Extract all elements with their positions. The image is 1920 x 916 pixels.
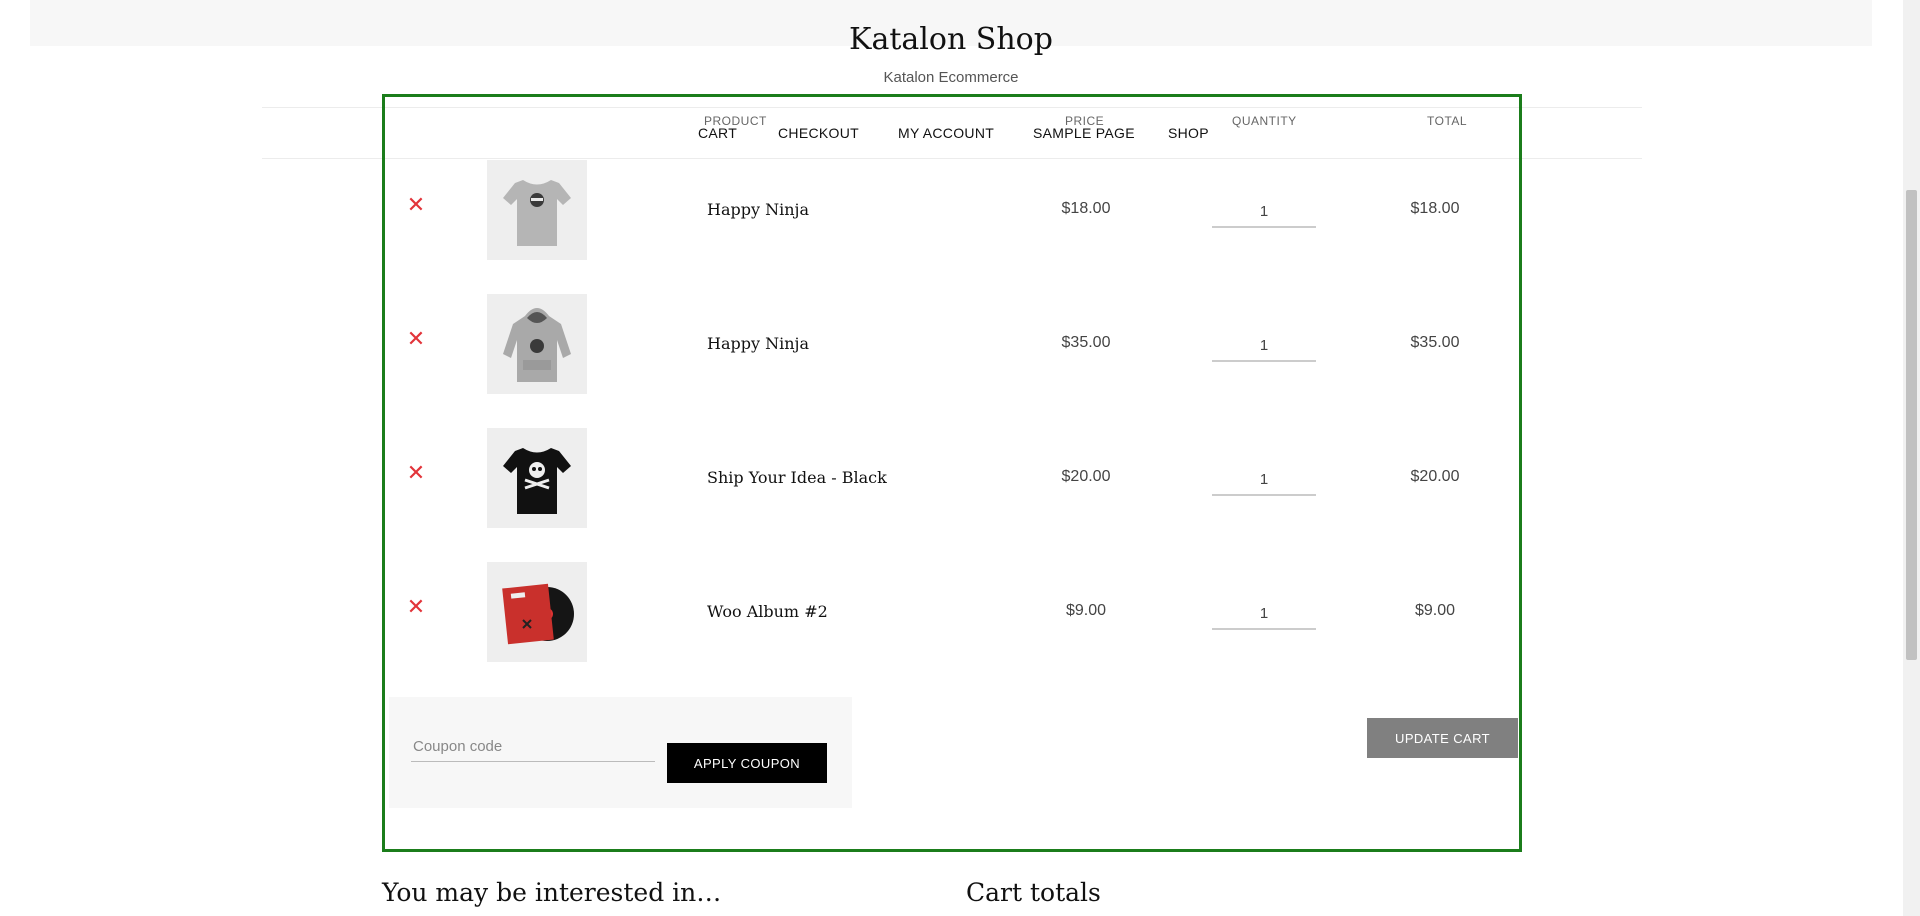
section-heading-cart-totals: Cart totals	[966, 878, 1101, 907]
cart-row: ✕ Woo Album #2 $9.00 $9.00	[385, 562, 1519, 662]
tshirt-grey-icon[interactable]	[487, 160, 587, 260]
site-tagline: Katalon Ecommerce	[883, 69, 1019, 86]
close-icon[interactable]: ✕	[405, 462, 427, 484]
scrollbar-thumb[interactable]	[1906, 190, 1917, 660]
line-total: $20.00	[1410, 468, 1460, 485]
product-price: $9.00	[1065, 602, 1107, 619]
quantity-input[interactable]	[1212, 196, 1316, 228]
update-cart-button[interactable]: UPDATE CART	[1367, 718, 1518, 758]
nav-item-shop[interactable]: SHOP	[1168, 125, 1209, 141]
nav-item-sample-page[interactable]: SAMPLE PAGE	[1033, 125, 1135, 141]
tshirt-black-icon[interactable]	[487, 428, 587, 528]
product-price: $20.00	[1061, 468, 1111, 485]
product-name[interactable]: Ship Your Idea - Black	[707, 468, 887, 487]
nav-item-checkout[interactable]: CHECKOUT	[778, 125, 859, 141]
apply-coupon-button[interactable]: APPLY COUPON	[667, 743, 827, 783]
section-heading-interested: You may be interested in…	[382, 878, 722, 907]
coupon-code-input[interactable]	[411, 731, 655, 762]
page-scrollbar[interactable]	[1903, 0, 1920, 916]
nav-item-my-account[interactable]: MY ACCOUNT	[898, 125, 994, 141]
line-total: $35.00	[1410, 334, 1460, 351]
close-icon[interactable]: ✕	[405, 194, 427, 216]
line-total: $9.00	[1414, 602, 1456, 619]
album-icon[interactable]	[487, 562, 587, 662]
hoodie-grey-icon[interactable]	[487, 294, 587, 394]
line-total: $18.00	[1410, 200, 1460, 217]
product-name[interactable]: Happy Ninja	[707, 200, 809, 219]
close-icon[interactable]: ✕	[405, 596, 427, 618]
quantity-input[interactable]	[1212, 598, 1316, 630]
column-header-total: TOTAL	[1427, 114, 1468, 128]
close-icon[interactable]: ✕	[405, 328, 427, 350]
cart-row: ✕ Ship Your Idea - Black $20.00 $20.00	[385, 428, 1519, 528]
product-name[interactable]: Woo Album #2	[707, 602, 828, 621]
product-name[interactable]: Happy Ninja	[707, 334, 809, 353]
quantity-input[interactable]	[1212, 464, 1316, 496]
nav-item-cart[interactable]: CART	[698, 125, 737, 141]
coupon-panel: APPLY COUPON	[389, 697, 852, 808]
site-title[interactable]: Katalon Shop	[0, 22, 1902, 57]
product-price: $18.00	[1061, 200, 1111, 217]
product-price: $35.00	[1061, 334, 1111, 351]
quantity-input[interactable]	[1212, 330, 1316, 362]
cart-row: ✕ Happy Ninja $35.00 $35.00	[385, 294, 1519, 394]
cart-row: ✕ Happy Ninja $18.00 $18.00	[385, 160, 1519, 260]
column-header-quantity: QUANTITY	[1232, 114, 1297, 128]
